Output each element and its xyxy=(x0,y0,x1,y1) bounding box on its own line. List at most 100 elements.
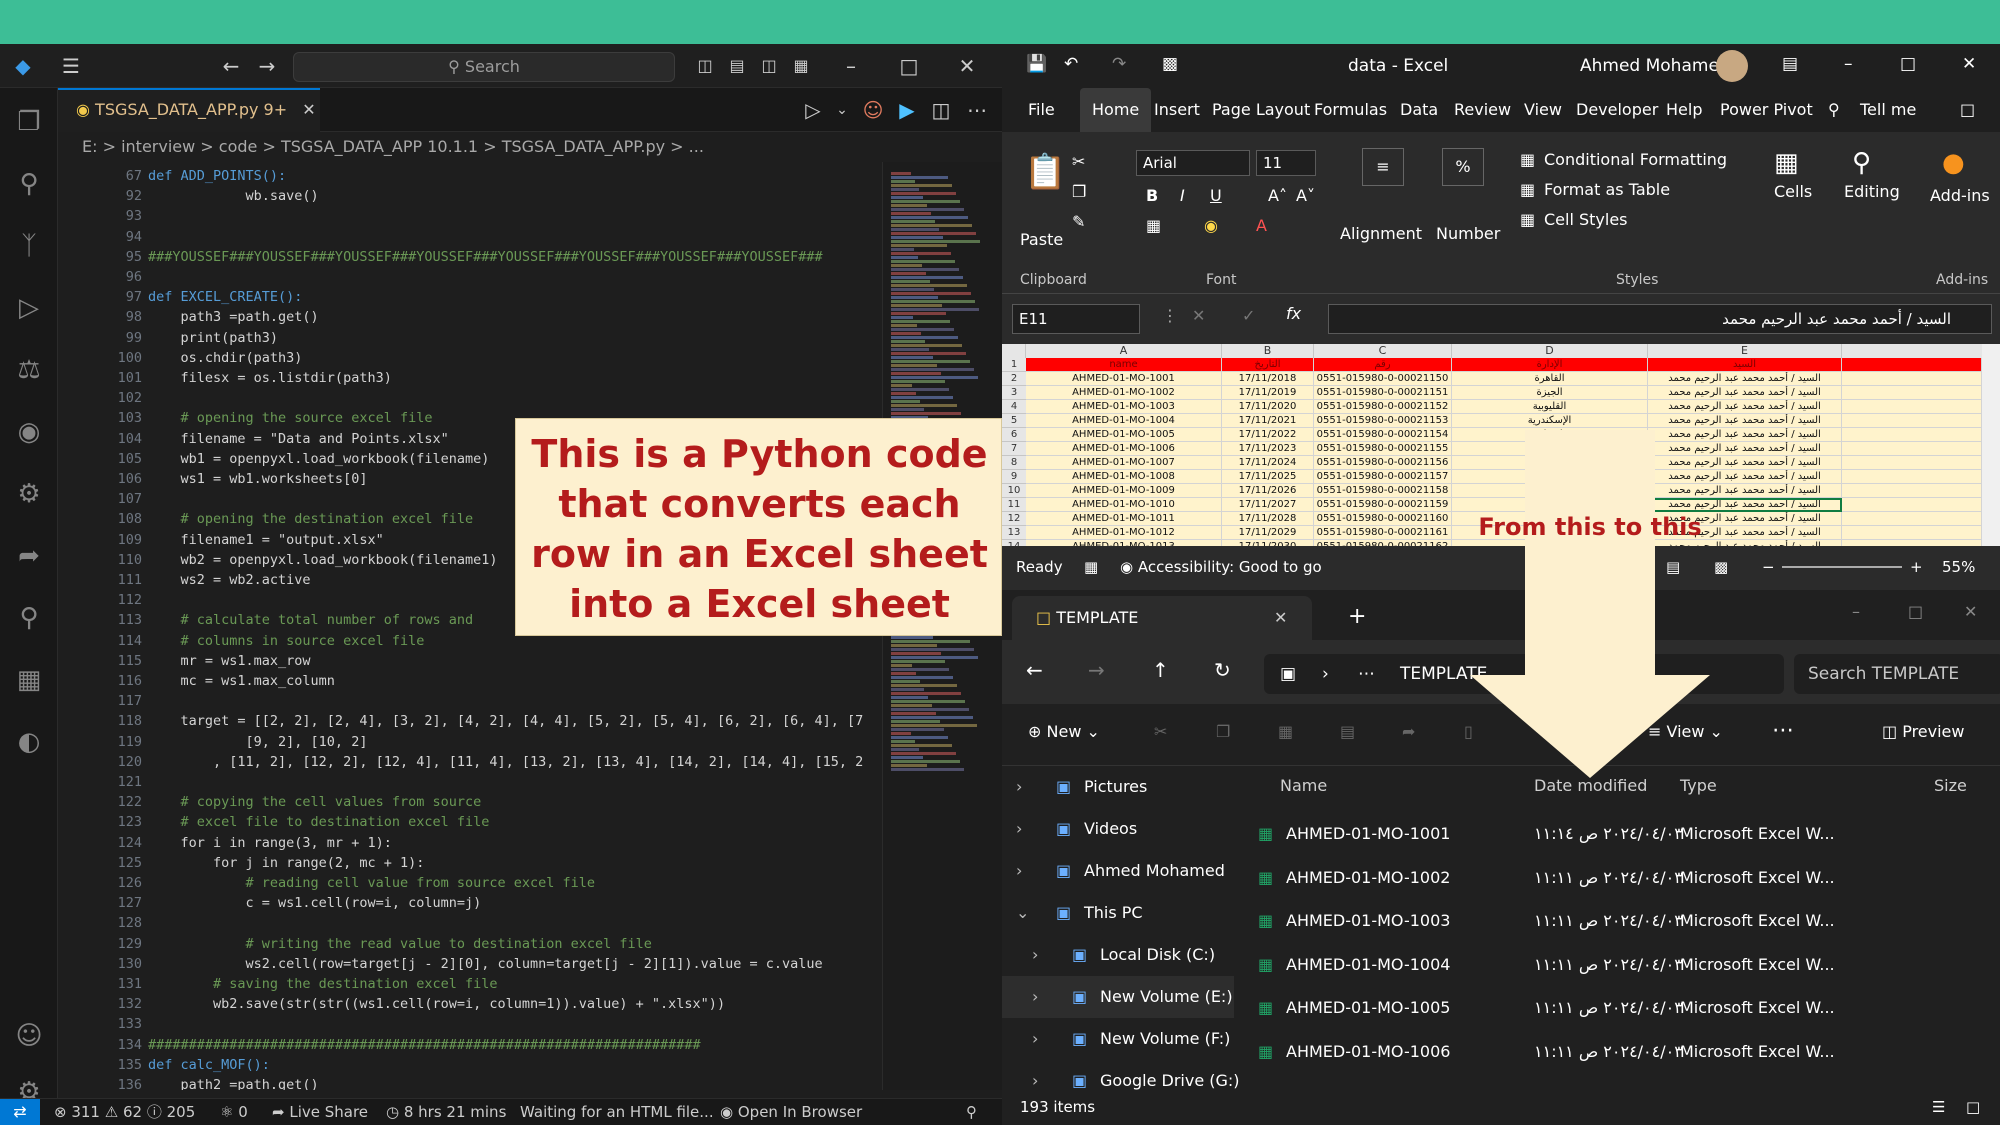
run-python-icon[interactable]: ▷ xyxy=(798,88,828,132)
git-graph-icon[interactable]: ⚲ xyxy=(0,590,58,646)
file-row[interactable]: ▦ AHMED-01-MO-1005 ٢٠٢٤/٠٤/٠٣ ص ١١:١١ Micro… xyxy=(1234,986,2000,1029)
maximize-icon[interactable]: □ xyxy=(1908,602,1923,621)
table-cell[interactable]: 0551-015980-0-00021155 xyxy=(1314,442,1452,456)
table-cell-empty[interactable] xyxy=(1842,358,1982,372)
minimize-icon[interactable]: – xyxy=(1852,602,1860,621)
table-cell-empty[interactable] xyxy=(1842,428,1982,442)
more-actions-icon[interactable]: ⋯ xyxy=(962,88,992,132)
minimize-icon[interactable]: – xyxy=(1844,54,1853,74)
table-cell[interactable]: 0551-015980-0-00021152 xyxy=(1314,400,1452,414)
code-line[interactable]: mr = ws1.max_row xyxy=(148,651,311,671)
number-button[interactable]: Number xyxy=(1436,224,1500,243)
table-cell-empty[interactable] xyxy=(1842,526,1982,540)
code-line[interactable]: [9, 2], [10, 2] xyxy=(148,732,368,752)
code-line[interactable]: ########################################… xyxy=(148,1035,701,1055)
table-cell-empty[interactable] xyxy=(1842,372,1982,386)
table-cell[interactable]: 17/11/2019 xyxy=(1222,386,1314,400)
open-browser-status[interactable]: ◉ Open In Browser xyxy=(720,1099,862,1125)
code-line[interactable]: def ADD_POINTS(): xyxy=(148,166,286,186)
table-cell[interactable]: السيد xyxy=(1648,358,1842,372)
table-cell[interactable]: الإسكندرية xyxy=(1452,414,1648,428)
up-arrow-icon[interactable]: ↑ xyxy=(1152,658,1169,682)
borders-icon[interactable]: ▦ xyxy=(1146,216,1161,235)
row-header[interactable]: 4 xyxy=(1002,400,1026,414)
table-cell[interactable]: القاهرة xyxy=(1452,372,1648,386)
zoom-level[interactable]: 55% xyxy=(1942,558,1975,576)
live-server-status[interactable]: Waiting for an HTML file... xyxy=(520,1099,714,1125)
table-cell-empty[interactable] xyxy=(1842,484,1982,498)
redo-icon[interactable]: ↷ xyxy=(1112,54,1126,74)
edge-tools-icon[interactable]: ◐ xyxy=(0,714,58,770)
undo-icon[interactable]: ↶ xyxy=(1064,54,1078,74)
file-row[interactable]: ▦ AHMED-01-MO-1006 ٢٠٢٤/٠٤/٠٣ ص ١١:١١ Micro… xyxy=(1234,1030,2000,1073)
row-header[interactable]: 11 xyxy=(1002,498,1026,512)
python-icon[interactable]: ◉ xyxy=(0,404,58,460)
alignment-button[interactable]: Alignment xyxy=(1340,224,1422,243)
table-cell[interactable]: السيد / أحمد محمد عبد الرحيم محمد xyxy=(1648,372,1842,386)
table-cell[interactable]: 17/11/2026 xyxy=(1222,484,1314,498)
nav-item[interactable]: › ▣ Pictures xyxy=(1002,766,1234,808)
increase-font-icon[interactable]: A˄ xyxy=(1268,186,1287,205)
toggle-sidebar-icon[interactable]: ◫ xyxy=(690,44,720,88)
nav-item[interactable]: › ▣ New Volume (E:) xyxy=(1002,976,1234,1018)
remote-indicator[interactable]: ⇄ xyxy=(0,1099,40,1125)
code-line[interactable]: filesx = os.listdir(path3) xyxy=(148,368,392,388)
testing-icon[interactable]: ⚖ xyxy=(0,342,58,398)
table-cell-empty[interactable] xyxy=(1842,498,1982,512)
table-cell[interactable]: 17/11/2029 xyxy=(1222,526,1314,540)
chevron-icon[interactable]: › xyxy=(1016,808,1022,850)
preview-button[interactable]: ◫ Preview xyxy=(1882,722,1964,741)
table-cell[interactable]: 17/11/2020 xyxy=(1222,400,1314,414)
avatar[interactable] xyxy=(1716,50,1748,82)
table-cell[interactable]: رقم xyxy=(1314,358,1452,372)
code-line[interactable]: # excel file to destination excel file xyxy=(148,812,490,832)
accounts-icon[interactable]: ☺ xyxy=(0,1008,58,1064)
code-line[interactable]: filename1 = "output.xlsx" xyxy=(148,530,384,550)
code-line[interactable]: # opening the destination excel file xyxy=(148,509,474,529)
decrease-font-icon[interactable]: A˅ xyxy=(1296,186,1315,205)
name-box[interactable]: E11 xyxy=(1012,304,1140,334)
row-header[interactable]: 7 xyxy=(1002,442,1026,456)
table-cell-empty[interactable] xyxy=(1842,456,1982,470)
table-cell[interactable]: 17/11/2018 xyxy=(1222,372,1314,386)
table-cell[interactable]: AHMED-01-MO-1012 xyxy=(1026,526,1222,540)
code-line[interactable]: # columns in source excel file xyxy=(148,631,425,651)
code-line[interactable]: for j in range(2, mc + 1): xyxy=(148,853,424,873)
table-cell[interactable]: 0551-015980-0-00021150 xyxy=(1314,372,1452,386)
command-search[interactable]: ⚲ Search xyxy=(293,52,675,82)
details-view-icon[interactable]: ☰ xyxy=(1932,1090,1945,1125)
code-line[interactable]: # calculate total number of rows and xyxy=(148,610,474,630)
new-button[interactable]: ⊕ New ⌄ xyxy=(1028,722,1100,741)
close-tab-icon[interactable]: ✕ xyxy=(302,100,315,119)
code-line[interactable]: ws2.cell(row=target[j - 2][0], column=ta… xyxy=(148,954,823,974)
table-cell[interactable]: 0551-015980-0-00021161 xyxy=(1314,526,1452,540)
nav-item[interactable]: › ▣ New Volume (F:) xyxy=(1002,1018,1234,1060)
insert-function-icon[interactable]: fx xyxy=(1286,304,1301,323)
cancel-icon[interactable]: ✕ xyxy=(1192,306,1205,325)
vertical-scrollbar[interactable] xyxy=(1982,344,2000,564)
cut-icon[interactable]: ✂ xyxy=(1154,722,1167,741)
code-line[interactable]: wb2.save(str(str((ws1.cell(row=i, column… xyxy=(148,994,725,1014)
live-share-status[interactable]: ➦ Live Share xyxy=(272,1099,368,1125)
col-name[interactable]: Name xyxy=(1280,776,1327,795)
problems-status[interactable]: ⊗ 311 ⚠ 62 ⓘ 205 xyxy=(54,1099,195,1125)
notifications-bell-icon[interactable]: ⚲ xyxy=(966,1099,977,1125)
macro-record-icon[interactable]: ▦ xyxy=(1084,558,1098,576)
search-icon[interactable]: ⚲ xyxy=(0,156,58,212)
code-line[interactable]: target = [[2, 2], [2, 4], [3, 2], [4, 2]… xyxy=(148,711,864,731)
toggle-secondary-sidebar-icon[interactable]: ◫ xyxy=(754,44,784,88)
close-window-icon[interactable]: ✕ xyxy=(1962,54,1976,74)
file-row[interactable]: ▦ AHMED-01-MO-1004 ٢٠٢٤/٠٤/٠٣ ص ١١:١١ Micro… xyxy=(1234,943,2000,986)
code-line[interactable]: , [11, 2], [12, 2], [12, 4], [11, 4], [1… xyxy=(148,752,863,772)
table-cell[interactable]: 0551-015980-0-00021159 xyxy=(1314,498,1452,512)
new-tab-icon[interactable]: + xyxy=(1348,604,1366,629)
tab-developer[interactable]: Developer xyxy=(1576,88,1658,132)
table-cell[interactable]: 17/11/2028 xyxy=(1222,512,1314,526)
tab-review[interactable]: Review xyxy=(1454,88,1511,132)
code-line[interactable]: ###YOUSSEF###YOUSSEF###YOUSSEF###YOUSSEF… xyxy=(148,247,823,267)
code-line[interactable]: # saving the destination excel file xyxy=(148,974,497,994)
split-editor-icon[interactable]: ◫ xyxy=(926,88,956,132)
accessibility-status[interactable]: ◉ Accessibility: Good to go xyxy=(1120,558,1322,576)
row-header[interactable]: 1 xyxy=(1002,358,1026,372)
chevron-icon[interactable]: › xyxy=(1016,850,1022,892)
